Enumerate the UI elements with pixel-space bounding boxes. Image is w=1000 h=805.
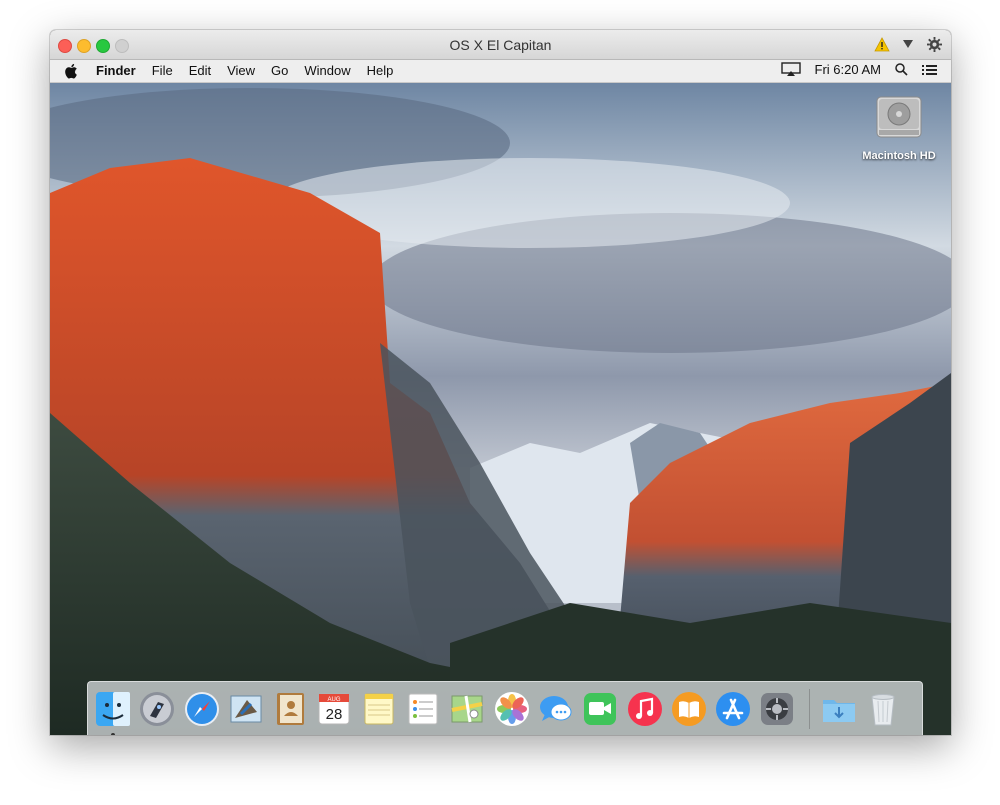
menu-bar: Finder File Edit View Go Window Help Fri… [50, 60, 951, 83]
dock-facetime[interactable] [581, 690, 619, 728]
dock-contacts[interactable] [271, 690, 309, 728]
apple-menu-icon[interactable] [64, 63, 78, 79]
chevron-down-icon[interactable] [899, 35, 917, 53]
menu-app-name[interactable]: Finder [96, 62, 136, 80]
menu-edit[interactable]: Edit [189, 62, 211, 80]
dock-trash[interactable] [864, 690, 902, 728]
calendar-icon: AUG 28 [318, 693, 350, 725]
gear-icon[interactable] [925, 35, 943, 53]
dock: AUG 28 [87, 681, 923, 735]
warning-icon[interactable] [873, 35, 891, 53]
downloads-folder-icon [822, 700, 855, 722]
contacts-icon [277, 693, 305, 725]
dock-ibooks[interactable] [670, 690, 708, 728]
dock-calendar[interactable]: AUG 28 [315, 690, 353, 728]
maps-icon [451, 695, 483, 723]
mail-icon [230, 695, 262, 723]
gear-icon [761, 693, 794, 725]
hard-drive-icon [876, 96, 922, 138]
dock-separator [808, 689, 810, 729]
reminders-icon [408, 693, 438, 725]
wallpaper-image [50, 83, 951, 735]
menu-help[interactable]: Help [367, 62, 394, 80]
facetime-icon [584, 693, 617, 725]
menu-view[interactable]: View [227, 62, 255, 80]
vm-window: OS X El Capitan Finder File Edit View Go… [50, 30, 951, 735]
launchpad-icon [140, 692, 175, 726]
menu-go[interactable]: Go [271, 62, 288, 80]
airplay-display-icon[interactable] [780, 62, 801, 77]
menu-file[interactable]: File [152, 62, 173, 80]
dock-itunes[interactable] [626, 690, 664, 728]
itunes-icon [627, 692, 662, 726]
dock-safari[interactable] [183, 690, 221, 728]
dock-messages[interactable] [537, 690, 575, 728]
trash-icon [871, 694, 895, 726]
window-titlebar[interactable]: OS X El Capitan [50, 30, 951, 60]
menu-clock[interactable]: Fri 6:20 AM [815, 62, 881, 77]
dock-reminders[interactable] [404, 690, 442, 728]
safari-icon [184, 692, 219, 726]
dock-system-preferences[interactable] [758, 690, 796, 728]
running-indicator [111, 733, 115, 735]
window-title: OS X El Capitan [449, 37, 552, 53]
dock-launchpad[interactable] [138, 690, 176, 728]
finder-icon [96, 692, 130, 726]
desktop-icon-macintosh-hd[interactable]: Macintosh HD [859, 91, 939, 162]
calendar-month: AUG [328, 697, 341, 703]
messages-icon [539, 696, 572, 721]
spotlight-search-icon[interactable] [895, 63, 908, 76]
app-store-icon [716, 692, 751, 726]
dock-finder[interactable] [94, 690, 132, 735]
dock-photos[interactable] [493, 690, 531, 728]
dock-app-store[interactable] [714, 690, 752, 728]
dock-mail[interactable] [227, 690, 265, 728]
calendar-day: 28 [326, 706, 343, 723]
dock-notes[interactable] [360, 690, 398, 728]
notes-icon [364, 693, 394, 725]
desktop[interactable]: Macintosh HD AUG 28 [50, 83, 951, 735]
desktop-icon-label: Macintosh HD [862, 150, 936, 162]
notification-center-icon[interactable] [922, 64, 937, 76]
photos-icon [494, 692, 529, 726]
ibooks-icon [671, 692, 706, 726]
menu-window[interactable]: Window [304, 62, 350, 80]
dock-downloads[interactable] [820, 690, 858, 728]
dock-maps[interactable] [448, 690, 486, 728]
